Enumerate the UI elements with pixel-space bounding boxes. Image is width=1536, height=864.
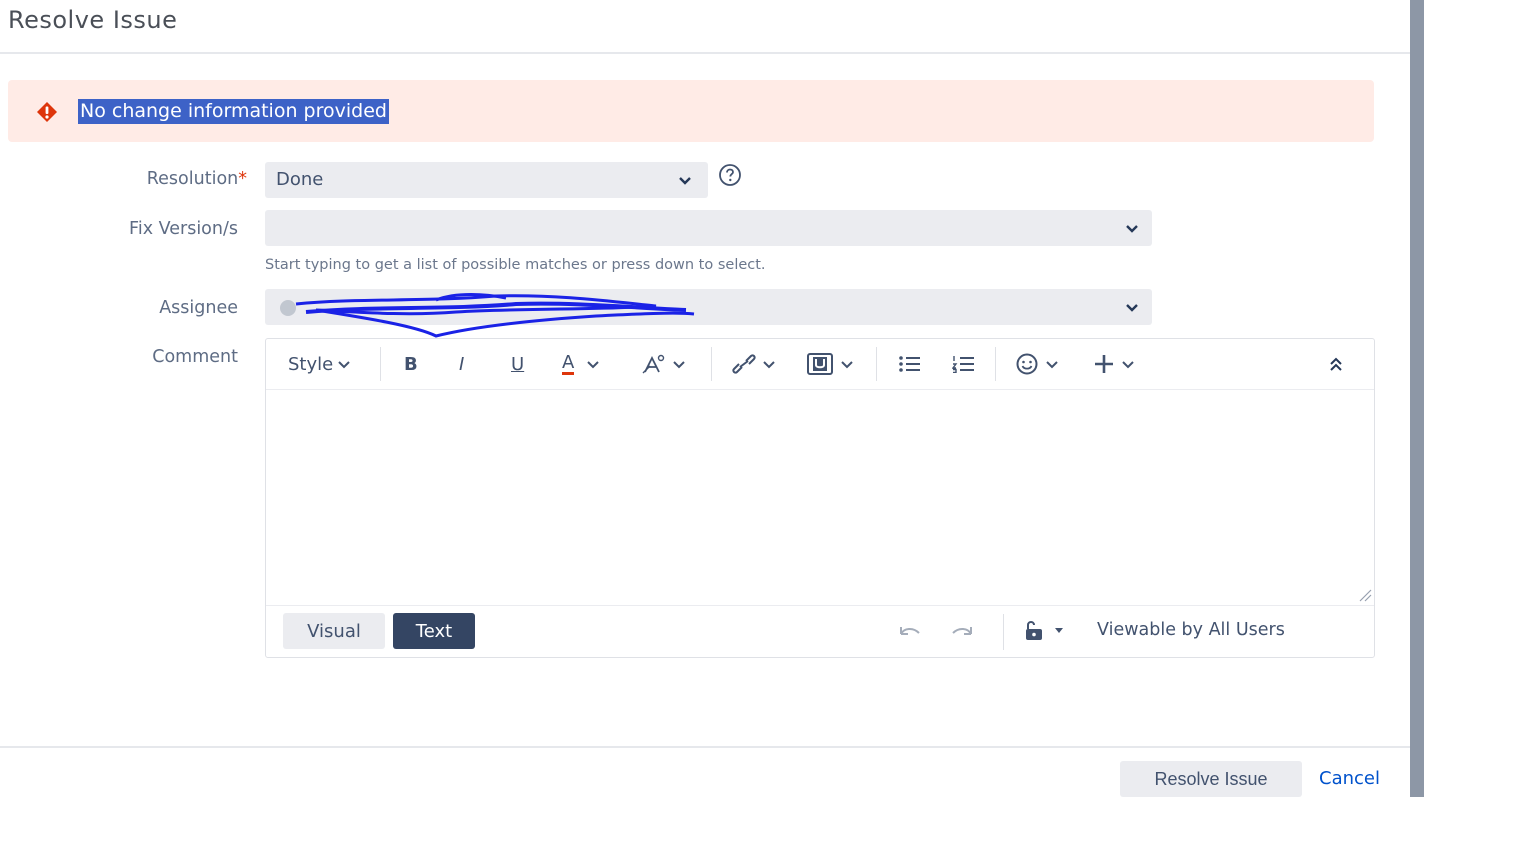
resolution-value: Done — [276, 169, 324, 190]
comment-textarea[interactable] — [266, 390, 1374, 604]
text-color-icon: A — [562, 351, 575, 375]
link-button[interactable] — [732, 351, 776, 377]
resolution-label: Resolution* — [146, 169, 247, 189]
collapse-toolbar-button[interactable] — [1328, 351, 1344, 377]
numbered-list-icon — [952, 356, 974, 373]
cancel-link[interactable]: Cancel — [1319, 768, 1380, 789]
chevron-down-icon — [673, 361, 685, 369]
footer-divider — [0, 746, 1410, 748]
fix-versions-select[interactable] — [265, 210, 1152, 246]
attachment-button[interactable] — [806, 351, 854, 377]
comment-editor: Style B I U A Visual Text Viewable by Al… — [265, 338, 1375, 658]
chevron-down-icon — [841, 361, 853, 369]
required-indicator: * — [238, 169, 247, 189]
emoticon-icon — [1016, 353, 1038, 375]
plus-icon — [1095, 355, 1113, 373]
toolbar-separator — [1003, 614, 1004, 650]
toolbar-separator — [711, 347, 712, 381]
chevron-down-icon — [679, 177, 691, 185]
italic-icon: I — [459, 353, 465, 375]
resolution-select[interactable]: Done — [265, 162, 708, 198]
page-scrollbar[interactable] — [1410, 0, 1424, 797]
chevron-down-icon — [1122, 361, 1134, 369]
link-icon — [732, 354, 756, 374]
chevron-down-icon — [1126, 225, 1138, 233]
comment-label: Comment — [152, 347, 238, 367]
editor-toolbar: Style B I U A — [266, 339, 1374, 390]
toolbar-separator — [380, 347, 381, 381]
text-effects-icon — [642, 354, 665, 374]
resize-handle[interactable] — [1358, 588, 1372, 602]
visual-mode-tab[interactable]: Visual — [283, 613, 385, 649]
emoticon-button[interactable] — [1015, 351, 1059, 377]
undo-icon[interactable] — [897, 622, 923, 640]
bullet-list-icon — [899, 356, 920, 372]
header-divider — [0, 52, 1410, 54]
fix-versions-hint: Start typing to get a list of possible m… — [265, 257, 766, 273]
visibility-dropdown[interactable] — [1023, 619, 1065, 641]
underline-icon: U — [511, 353, 525, 375]
help-icon[interactable] — [718, 163, 742, 187]
fix-versions-label: Fix Version/s — [129, 219, 238, 239]
unlock-icon — [1026, 621, 1042, 640]
bold-button[interactable]: B — [404, 351, 418, 377]
caret-down-icon — [1055, 628, 1063, 633]
visibility-label: Viewable by All Users — [1097, 620, 1285, 640]
chevron-down-icon — [1126, 304, 1138, 312]
chevron-down-icon — [587, 361, 600, 369]
resolve-issue-button[interactable]: Resolve Issue — [1120, 761, 1302, 797]
text-mode-tab[interactable]: Text — [393, 613, 475, 649]
redaction-scribble — [280, 293, 695, 338]
chevron-down-icon — [338, 361, 350, 369]
underline-button[interactable]: U — [511, 351, 524, 377]
text-color-button[interactable]: A — [562, 351, 600, 377]
attachment-icon — [807, 353, 833, 375]
collapse-icon — [1330, 357, 1342, 371]
toolbar-separator — [995, 347, 996, 381]
insert-more-button[interactable] — [1093, 351, 1135, 377]
error-icon — [37, 102, 57, 122]
bullet-list-button[interactable] — [898, 351, 922, 377]
error-message[interactable]: No change information provided — [78, 99, 389, 124]
chevron-down-icon — [763, 361, 775, 369]
dialog-title: Resolve Issue — [8, 6, 178, 34]
chevron-down-icon — [1046, 361, 1058, 369]
numbered-list-button[interactable] — [952, 351, 976, 377]
bold-icon: B — [404, 353, 418, 375]
resolve-issue-dialog: Resolve Issue No change information prov… — [0, 0, 1410, 797]
assignee-label: Assignee — [159, 298, 238, 318]
redo-icon[interactable] — [949, 622, 975, 640]
style-label: Style — [288, 353, 334, 375]
text-effects-button[interactable] — [642, 351, 686, 377]
editor-bottom-bar: Visual Text Viewable by All Users — [266, 605, 1374, 658]
italic-button[interactable]: I — [459, 351, 464, 377]
toolbar-separator — [876, 347, 877, 381]
style-dropdown[interactable]: Style — [288, 351, 351, 377]
